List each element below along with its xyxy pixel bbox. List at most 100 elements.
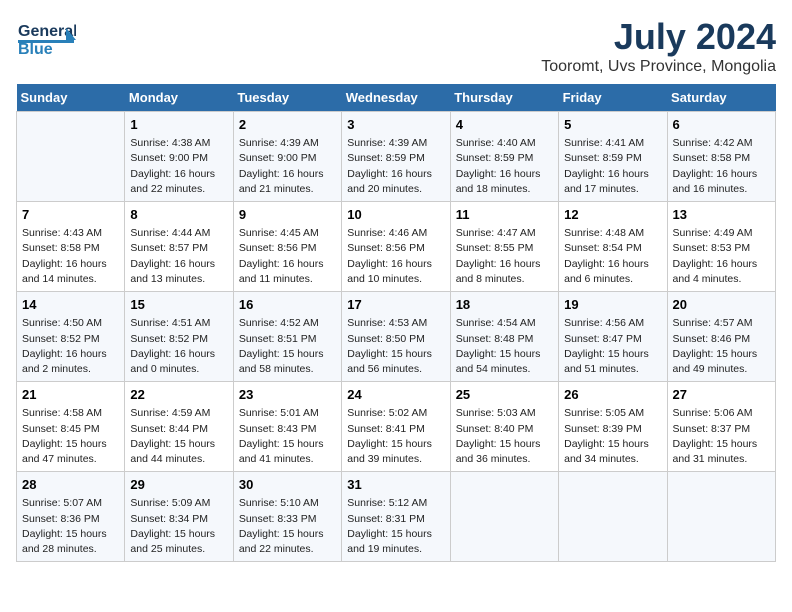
calendar-cell: 16 Sunrise: 4:52 AM Sunset: 8:51 PM Dayli… bbox=[233, 292, 341, 382]
calendar-cell: 5 Sunrise: 4:41 AM Sunset: 8:59 PM Daylig… bbox=[559, 112, 667, 202]
day-number: 13 bbox=[673, 206, 770, 224]
weekday-header: Sunday bbox=[17, 84, 125, 112]
day-number: 24 bbox=[347, 386, 444, 404]
day-number: 2 bbox=[239, 116, 336, 134]
cell-content: Sunrise: 4:49 AM Sunset: 8:53 PM Dayligh… bbox=[673, 226, 770, 287]
calendar-cell: 2 Sunrise: 4:39 AM Sunset: 9:00 PM Daylig… bbox=[233, 112, 341, 202]
day-number: 29 bbox=[130, 476, 227, 494]
calendar-cell: 20Sunrise: 4:57 AM Sunset: 8:46 PM Dayli… bbox=[667, 292, 775, 382]
day-number: 6 bbox=[673, 116, 770, 134]
title-section: July 2024 Tooromt, Uvs Province, Mongoli… bbox=[541, 16, 776, 76]
day-number: 20 bbox=[673, 296, 770, 314]
day-number: 16 bbox=[239, 296, 336, 314]
day-number: 17 bbox=[347, 296, 444, 314]
cell-content: Sunrise: 4:42 AM Sunset: 8:58 PM Dayligh… bbox=[673, 136, 770, 197]
calendar-week-row: 14 Sunrise: 4:50 AM Sunset: 8:52 PM Dayli… bbox=[17, 292, 776, 382]
cell-content: Sunrise: 4:52 AM Sunset: 8:51 PM Dayligh… bbox=[239, 316, 336, 377]
day-number: 28 bbox=[22, 476, 119, 494]
calendar-cell: 21Sunrise: 4:58 AM Sunset: 8:45 PM Dayli… bbox=[17, 382, 125, 472]
cell-content: Sunrise: 5:12 AM Sunset: 8:31 PM Dayligh… bbox=[347, 496, 444, 557]
day-number: 12 bbox=[564, 206, 661, 224]
calendar-cell: 15Sunrise: 4:51 AM Sunset: 8:52 PM Dayli… bbox=[125, 292, 233, 382]
cell-content: Sunrise: 4:41 AM Sunset: 8:59 PM Dayligh… bbox=[564, 136, 661, 197]
calendar-cell: 26Sunrise: 5:05 AM Sunset: 8:39 PM Dayli… bbox=[559, 382, 667, 472]
cell-content: Sunrise: 4:48 AM Sunset: 8:54 PM Dayligh… bbox=[564, 226, 661, 287]
calendar-cell: 6 Sunrise: 4:42 AM Sunset: 8:58 PM Daylig… bbox=[667, 112, 775, 202]
calendar-cell: 12 Sunrise: 4:48 AM Sunset: 8:54 PM Dayli… bbox=[559, 202, 667, 292]
calendar-cell: 19 Sunrise: 4:56 AM Sunset: 8:47 PM Dayli… bbox=[559, 292, 667, 382]
cell-content: Sunrise: 4:39 AM Sunset: 9:00 PM Dayligh… bbox=[239, 136, 336, 197]
day-number: 30 bbox=[239, 476, 336, 494]
cell-content: Sunrise: 4:51 AM Sunset: 8:52 PM Dayligh… bbox=[130, 316, 227, 377]
day-number: 1 bbox=[130, 116, 227, 134]
day-number: 11 bbox=[456, 206, 553, 224]
cell-content: Sunrise: 4:43 AM Sunset: 8:58 PM Dayligh… bbox=[22, 226, 119, 287]
day-number: 19 bbox=[564, 296, 661, 314]
logo-icon: General Blue bbox=[16, 16, 76, 66]
calendar-week-row: 1 Sunrise: 4:38 AM Sunset: 9:00 PM Daylig… bbox=[17, 112, 776, 202]
cell-content: Sunrise: 4:46 AM Sunset: 8:56 PM Dayligh… bbox=[347, 226, 444, 287]
calendar-cell: 22Sunrise: 4:59 AM Sunset: 8:44 PM Dayli… bbox=[125, 382, 233, 472]
day-number: 5 bbox=[564, 116, 661, 134]
calendar-cell: 27 Sunrise: 5:06 AM Sunset: 8:37 PM Dayli… bbox=[667, 382, 775, 472]
calendar-cell: 24 Sunrise: 5:02 AM Sunset: 8:41 PM Dayli… bbox=[342, 382, 450, 472]
calendar-week-row: 21Sunrise: 4:58 AM Sunset: 8:45 PM Dayli… bbox=[17, 382, 776, 472]
cell-content: Sunrise: 5:03 AM Sunset: 8:40 PM Dayligh… bbox=[456, 406, 553, 467]
cell-content: Sunrise: 5:07 AM Sunset: 8:36 PM Dayligh… bbox=[22, 496, 119, 557]
calendar-cell: 3 Sunrise: 4:39 AM Sunset: 8:59 PM Daylig… bbox=[342, 112, 450, 202]
cell-content: Sunrise: 4:50 AM Sunset: 8:52 PM Dayligh… bbox=[22, 316, 119, 377]
day-number: 3 bbox=[347, 116, 444, 134]
calendar-cell: 23 Sunrise: 5:01 AM Sunset: 8:43 PM Dayli… bbox=[233, 382, 341, 472]
day-number: 7 bbox=[22, 206, 119, 224]
weekday-header-row: SundayMondayTuesdayWednesdayThursdayFrid… bbox=[17, 84, 776, 112]
calendar-cell: 31 Sunrise: 5:12 AM Sunset: 8:31 PM Dayli… bbox=[342, 472, 450, 562]
day-number: 9 bbox=[239, 206, 336, 224]
day-number: 22 bbox=[130, 386, 227, 404]
page-header: General Blue July 2024 Tooromt, Uvs Prov… bbox=[16, 16, 776, 76]
calendar-cell: 14 Sunrise: 4:50 AM Sunset: 8:52 PM Dayli… bbox=[17, 292, 125, 382]
cell-content: Sunrise: 4:53 AM Sunset: 8:50 PM Dayligh… bbox=[347, 316, 444, 377]
day-number: 31 bbox=[347, 476, 444, 494]
cell-content: Sunrise: 4:40 AM Sunset: 8:59 PM Dayligh… bbox=[456, 136, 553, 197]
cell-content: Sunrise: 4:44 AM Sunset: 8:57 PM Dayligh… bbox=[130, 226, 227, 287]
calendar-cell: 7 Sunrise: 4:43 AM Sunset: 8:58 PM Daylig… bbox=[17, 202, 125, 292]
day-number: 26 bbox=[564, 386, 661, 404]
day-number: 18 bbox=[456, 296, 553, 314]
calendar-cell: 4 Sunrise: 4:40 AM Sunset: 8:59 PM Daylig… bbox=[450, 112, 558, 202]
month-title: July 2024 bbox=[541, 16, 776, 58]
calendar-week-row: 7 Sunrise: 4:43 AM Sunset: 8:58 PM Daylig… bbox=[17, 202, 776, 292]
svg-text:Blue: Blue bbox=[18, 41, 53, 58]
day-number: 14 bbox=[22, 296, 119, 314]
day-number: 4 bbox=[456, 116, 553, 134]
calendar-week-row: 28 Sunrise: 5:07 AM Sunset: 8:36 PM Dayli… bbox=[17, 472, 776, 562]
weekday-header: Wednesday bbox=[342, 84, 450, 112]
calendar-cell: 18 Sunrise: 4:54 AM Sunset: 8:48 PM Dayli… bbox=[450, 292, 558, 382]
cell-content: Sunrise: 5:10 AM Sunset: 8:33 PM Dayligh… bbox=[239, 496, 336, 557]
calendar-cell bbox=[667, 472, 775, 562]
cell-content: Sunrise: 5:02 AM Sunset: 8:41 PM Dayligh… bbox=[347, 406, 444, 467]
calendar-cell: 13 Sunrise: 4:49 AM Sunset: 8:53 PM Dayli… bbox=[667, 202, 775, 292]
cell-content: Sunrise: 4:45 AM Sunset: 8:56 PM Dayligh… bbox=[239, 226, 336, 287]
weekday-header: Saturday bbox=[667, 84, 775, 112]
cell-content: Sunrise: 5:09 AM Sunset: 8:34 PM Dayligh… bbox=[130, 496, 227, 557]
day-number: 23 bbox=[239, 386, 336, 404]
calendar-cell: 8Sunrise: 4:44 AM Sunset: 8:57 PM Daylig… bbox=[125, 202, 233, 292]
calendar-cell: 17 Sunrise: 4:53 AM Sunset: 8:50 PM Dayli… bbox=[342, 292, 450, 382]
cell-content: Sunrise: 5:06 AM Sunset: 8:37 PM Dayligh… bbox=[673, 406, 770, 467]
cell-content: Sunrise: 4:47 AM Sunset: 8:55 PM Dayligh… bbox=[456, 226, 553, 287]
cell-content: Sunrise: 4:38 AM Sunset: 9:00 PM Dayligh… bbox=[130, 136, 227, 197]
cell-content: Sunrise: 4:56 AM Sunset: 8:47 PM Dayligh… bbox=[564, 316, 661, 377]
calendar-cell: 30 Sunrise: 5:10 AM Sunset: 8:33 PM Dayli… bbox=[233, 472, 341, 562]
calendar-cell bbox=[17, 112, 125, 202]
calendar-cell: 9 Sunrise: 4:45 AM Sunset: 8:56 PM Daylig… bbox=[233, 202, 341, 292]
cell-content: Sunrise: 4:39 AM Sunset: 8:59 PM Dayligh… bbox=[347, 136, 444, 197]
cell-content: Sunrise: 4:58 AM Sunset: 8:45 PM Dayligh… bbox=[22, 406, 119, 467]
calendar-cell: 28 Sunrise: 5:07 AM Sunset: 8:36 PM Dayli… bbox=[17, 472, 125, 562]
logo: General Blue bbox=[16, 16, 76, 66]
calendar-cell: 29 Sunrise: 5:09 AM Sunset: 8:34 PM Dayli… bbox=[125, 472, 233, 562]
day-number: 10 bbox=[347, 206, 444, 224]
cell-content: Sunrise: 5:01 AM Sunset: 8:43 PM Dayligh… bbox=[239, 406, 336, 467]
day-number: 27 bbox=[673, 386, 770, 404]
cell-content: Sunrise: 4:54 AM Sunset: 8:48 PM Dayligh… bbox=[456, 316, 553, 377]
calendar-cell: 10 Sunrise: 4:46 AM Sunset: 8:56 PM Dayli… bbox=[342, 202, 450, 292]
